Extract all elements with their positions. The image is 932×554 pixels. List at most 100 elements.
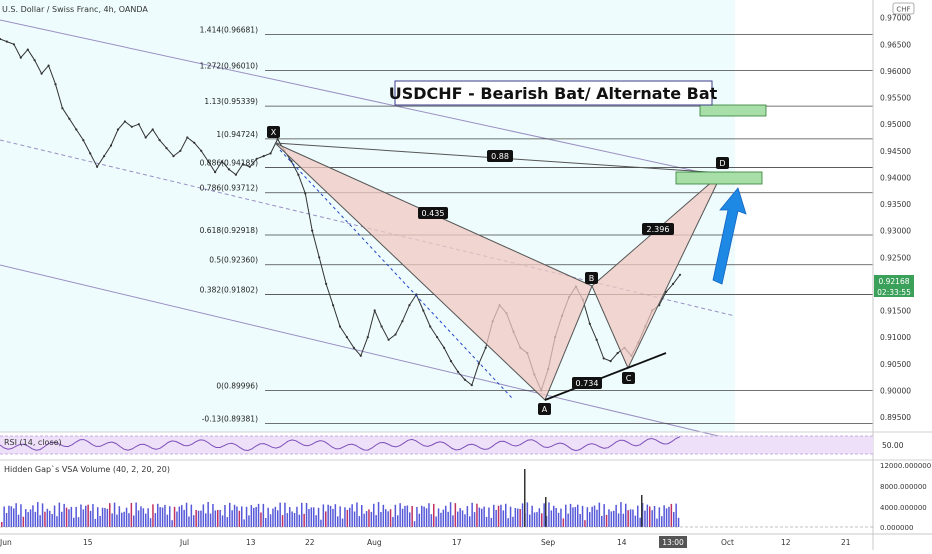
fib-level-label: 0.618(0.92918) (200, 226, 258, 235)
volume-bar (145, 513, 147, 527)
volume-bar (267, 507, 269, 527)
volume-bar (243, 519, 245, 527)
volume-bar (135, 502, 137, 527)
point-d: D (716, 157, 729, 169)
volume-bar (171, 520, 173, 527)
volume-bar (248, 515, 250, 527)
price-tick-label: 0.93500 (880, 200, 911, 209)
price-point (325, 282, 328, 285)
volume-bar (661, 516, 663, 527)
price-point (151, 128, 154, 131)
volume-bar (104, 508, 106, 527)
price-point (429, 325, 432, 328)
price-point (443, 346, 446, 349)
volume-bar (377, 502, 380, 527)
volume-bar (401, 508, 404, 527)
volume-bar (5, 513, 8, 527)
volume-bar (70, 506, 73, 527)
svg-text:Aug: Aug (367, 538, 382, 547)
volume-bar (591, 506, 593, 527)
volume-bar (32, 505, 34, 527)
price-point (40, 72, 43, 75)
price-axis-ticks: 0.97000 0.96500 0.96000 0.95500 0.95000 0.945… (880, 14, 911, 422)
volume-bar (675, 503, 677, 527)
volume-bar (322, 504, 325, 527)
volume-bar (209, 513, 212, 527)
price-point (602, 357, 605, 360)
volume-axis-ticks: 12000.000000 8000.000000 4000.000000 0.0… (880, 462, 931, 532)
fib-level-label: 0.5(0.92360) (209, 256, 258, 265)
price-tick-label: 0.91500 (880, 307, 911, 316)
volume-bar (121, 512, 123, 527)
volume-bar (44, 511, 46, 527)
price-point (345, 336, 348, 339)
annotation-title-box[interactable]: USDCHF - Bearish Bat/ Alternate Bat (389, 80, 718, 106)
svg-text:Sep: Sep (541, 538, 555, 547)
svg-text:C: C (626, 374, 632, 383)
volume-bar (497, 505, 500, 527)
trading-chart: 1.414(0.96681) 1.272(0.96010) 1.13(0.95339… (0, 0, 932, 550)
volume-bar (325, 511, 327, 527)
volume-bar (471, 502, 473, 527)
volume-bar (555, 508, 557, 527)
volume-bar (166, 514, 169, 527)
volume-bar (550, 510, 553, 527)
volume-bar (315, 515, 317, 527)
volume-bar (157, 503, 159, 527)
volume-bar (584, 520, 586, 527)
currency-badge[interactable]: CHF (892, 2, 915, 15)
fib-level-label: 0.786(0.93712) (200, 184, 258, 193)
svg-text:14: 14 (617, 538, 627, 547)
volume-bar (92, 504, 94, 527)
svg-text:12: 12 (781, 538, 791, 547)
volume-bar (565, 504, 567, 527)
volume-bar (361, 505, 363, 527)
fib-level-label: 1.414(0.96681) (200, 26, 258, 35)
volume-bar (586, 507, 589, 527)
price-point (290, 160, 293, 163)
price-point (33, 59, 36, 62)
volume-bar (454, 503, 457, 527)
ratio-ac-text: 0.734 (576, 379, 599, 388)
fib-level-label: 0.382(0.91802) (200, 285, 258, 294)
volume-bar (181, 505, 183, 527)
volume-spike-bar (641, 495, 643, 527)
volume-bar (363, 513, 365, 527)
volume-bar (368, 509, 370, 527)
volume-bar (329, 505, 332, 527)
price-point (54, 83, 57, 86)
chart-canvas: 1.414(0.96681) 1.272(0.96010) 1.13(0.95339… (0, 0, 932, 550)
volume-bar (13, 508, 15, 527)
volume-bar (101, 507, 104, 527)
volume-bar (370, 511, 373, 527)
volume-bar (483, 506, 485, 527)
volume-bar (173, 506, 176, 527)
volume-bar (488, 507, 490, 527)
volume-bar (365, 511, 368, 527)
volume-bar (185, 502, 188, 527)
volume-bar (298, 514, 301, 527)
price-point (116, 128, 120, 131)
volume-bar (608, 509, 610, 527)
volume-bar (77, 517, 80, 527)
volume-bar (308, 509, 310, 527)
price-point (394, 333, 397, 336)
volume-bar (517, 508, 519, 527)
volume-bar (502, 510, 505, 527)
volume-bar (646, 504, 649, 527)
volume-bar (277, 510, 279, 527)
price-point (220, 160, 224, 163)
volume-bar (231, 510, 233, 527)
volume-bar (65, 507, 68, 527)
volume-bar (332, 508, 334, 527)
rsi-band (0, 436, 873, 454)
volume-bar (651, 510, 653, 527)
volume-bar (385, 509, 387, 527)
volume-bar (85, 505, 87, 527)
volume-bar (649, 506, 651, 527)
volume-bar (423, 506, 425, 527)
volume-bar (149, 518, 152, 527)
volume-bar (313, 507, 315, 527)
volume-bar (58, 502, 61, 527)
annotation-title: USDCHF - Bearish Bat/ Alternate Bat (389, 84, 718, 103)
